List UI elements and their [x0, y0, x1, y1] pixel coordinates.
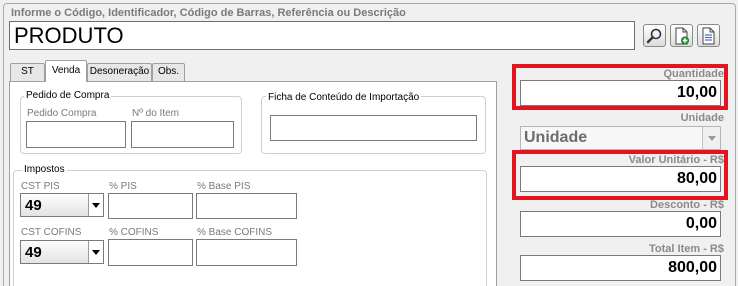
pedido-compra-label: Pedido Compra [27, 108, 97, 119]
base-cofins-label: % Base COFINS [197, 227, 273, 238]
cst-pis-value: 49 [25, 197, 42, 214]
new-product-button[interactable] [670, 24, 693, 47]
add-document-icon [675, 27, 689, 44]
base-pis-label: % Base PIS [197, 181, 251, 192]
search-input[interactable]: PRODUTO [9, 21, 635, 50]
chevron-down-icon [92, 249, 100, 255]
ficha-conteudo-title: Ficha de Conteúdo de Importação [266, 92, 422, 103]
base-cofins-input[interactable] [196, 239, 297, 266]
quantidade-input[interactable]: 10,00 [520, 80, 721, 106]
cst-cofins-value: 49 [25, 244, 42, 261]
unidade-select[interactable]: Unidade [520, 126, 721, 150]
pis-label: % PIS [109, 181, 137, 192]
tab-desoneracao[interactable]: Desoneração [87, 63, 152, 81]
quantidade-label: Quantidade [663, 68, 724, 80]
impostos-title: Impostos [22, 164, 67, 175]
tab-venda[interactable]: Venda [45, 60, 87, 82]
unidade-value: Unidade [524, 129, 588, 146]
total-item-label: Total Item - R$ [649, 243, 724, 255]
valor-unitario-input[interactable]: 80,00 [520, 166, 721, 192]
cofins-input[interactable] [108, 239, 193, 266]
details-button[interactable] [697, 24, 720, 47]
ficha-conteudo-input[interactable] [270, 115, 477, 141]
base-pis-input[interactable] [196, 193, 297, 219]
document-icon [702, 27, 715, 44]
pedido-compra-title: Pedido de Compra [24, 90, 112, 101]
cst-cofins-label: CST COFINS [21, 227, 82, 238]
item-number-input[interactable] [131, 121, 234, 148]
magnifier-icon [646, 28, 662, 44]
search-button[interactable] [643, 24, 666, 47]
desconto-input[interactable]: 0,00 [520, 211, 721, 237]
chevron-down-icon [92, 202, 100, 208]
search-caption: Informe o Código, Identificador, Código … [11, 7, 406, 19]
cofins-label: % COFINS [109, 227, 159, 238]
cst-pis-select[interactable]: 49 [20, 193, 104, 217]
cst-pis-label: CST PIS [21, 181, 60, 192]
cst-cofins-dropdown[interactable] [88, 241, 103, 263]
desconto-label: Desconto - R$ [650, 199, 724, 211]
item-number-label: Nº do Item [132, 108, 180, 119]
valor-unitario-label: Valor Unitário - R$ [628, 154, 724, 166]
pis-input[interactable] [108, 193, 193, 219]
total-item-value: 800,00 [520, 255, 721, 281]
chevron-down-icon [707, 135, 716, 141]
pedido-compra-input[interactable] [26, 121, 126, 148]
cst-pis-dropdown[interactable] [88, 194, 103, 216]
unidade-dropdown[interactable] [702, 127, 720, 149]
cst-cofins-select[interactable]: 49 [20, 240, 104, 264]
unidade-label: Unidade [680, 112, 724, 124]
tab-st[interactable]: ST [10, 63, 45, 81]
tab-obs[interactable]: Obs. [152, 63, 185, 81]
